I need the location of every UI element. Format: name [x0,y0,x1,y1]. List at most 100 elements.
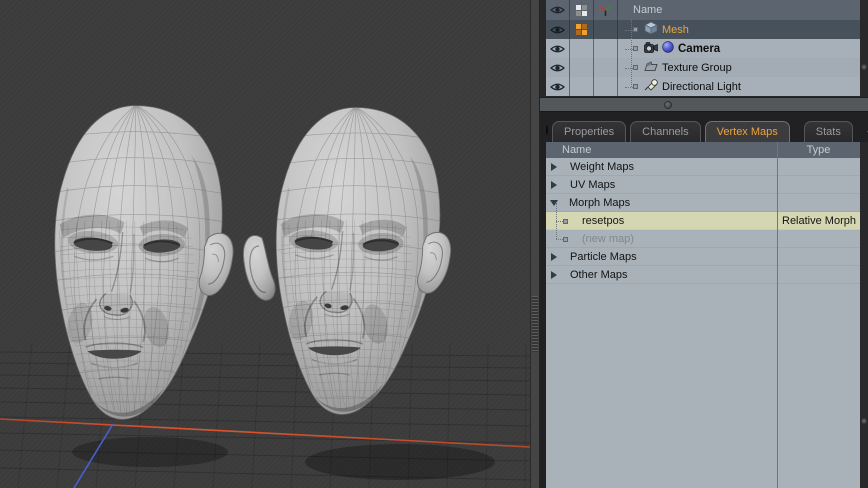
app-window: Name [0,0,868,488]
item-list-header: Name [546,0,860,20]
vmap-row-morph-maps[interactable]: Morph Maps [546,194,860,212]
locator-cell[interactable] [594,77,618,96]
expander-collapsed-icon[interactable] [551,163,557,171]
render-state-icon-active [576,24,587,35]
eye-icon [550,25,565,35]
tree-bullet [633,27,638,32]
tree-connector-stub [556,221,563,222]
name-header-label: Name [633,4,662,16]
tree-bullet [633,46,638,51]
item-list-panel: Name [540,0,868,97]
render-column-header [570,0,594,20]
locator-cell[interactable] [594,39,618,58]
vertex-maps-scrollbar[interactable] [860,142,868,488]
vmap-row-new-map[interactable]: (new map) [546,230,860,248]
tree-connector-line [631,20,633,87]
item-label: Directional Light [662,81,741,93]
item-list-scrollbar[interactable] [860,0,868,97]
tab-channels[interactable]: Channels [630,121,700,142]
texture-group-icon [644,61,658,75]
item-name-cell[interactable]: Mesh [618,20,860,39]
vertex-maps-table-header: Name Type [546,142,860,158]
tab-overflow-widget[interactable] [546,125,548,135]
vmap-row-weight-maps[interactable]: Weight Maps [546,158,860,176]
vmap-row-resetpos[interactable]: resetpos Relative Morph [546,212,860,230]
visibility-toggle[interactable] [546,77,570,96]
right-panel-column: Name [540,0,868,488]
item-label: Mesh [662,24,689,36]
visibility-toggle[interactable] [546,39,570,58]
horizontal-splitter[interactable] [540,97,868,112]
column-header-name: Name [546,144,777,156]
tab-properties[interactable]: Properties [552,121,626,142]
item-row-camera[interactable]: Camera [546,39,860,58]
tree-bullet [633,65,638,70]
head-mesh-left [32,105,240,421]
tab-stats[interactable]: Stats [804,121,853,142]
eye-icon [550,44,565,54]
x-axis-line [0,419,530,447]
column-header-type: Type [777,144,860,156]
render-toggle[interactable] [570,58,594,77]
camera-icon [644,42,658,56]
expander-collapsed-icon[interactable] [551,253,557,261]
item-label: Camera [678,43,720,55]
item-row-mesh[interactable]: Mesh [546,20,860,39]
eye-icon [550,63,565,73]
tree-connector-line [556,221,557,239]
scrollbar-knob[interactable] [861,64,867,70]
tab-vertex-maps[interactable]: Vertex Maps [705,121,790,142]
tab-label: Vertex Maps [717,126,778,138]
locator-cell[interactable] [594,20,618,39]
item-name-cell[interactable]: Directional Light [618,77,860,96]
item-row-texture-group[interactable]: Texture Group [546,58,860,77]
item-label: Texture Group [662,62,732,74]
tree-bullet [563,237,568,242]
vmap-label: Other Maps [570,269,627,281]
head-shadow-right [305,444,495,480]
visibility-toggle[interactable] [546,20,570,39]
expander-collapsed-icon[interactable] [551,181,557,189]
vmap-label: Weight Maps [570,161,634,173]
splitter-knob[interactable] [664,101,672,109]
render-toggle[interactable] [570,39,594,58]
tab-bar: Properties Channels Vertex Maps Stats + [540,117,868,142]
tree-connector-stub [556,239,563,240]
item-name-cell[interactable]: Camera [618,39,860,58]
vmap-row-uv-maps[interactable]: UV Maps [546,176,860,194]
expander-collapsed-icon[interactable] [551,271,557,279]
locator-column-header [594,0,618,20]
vertex-maps-table: Name Type Weight Maps UV Maps Morph Maps [546,142,860,488]
splitter-grip[interactable] [532,296,538,352]
locator-cell[interactable] [594,58,618,77]
mesh-cube-icon [644,21,658,38]
axis-icon [599,4,612,17]
item-row-directional-light[interactable]: Directional Light [546,77,860,96]
tab-label: Channels [642,126,688,138]
vertical-splitter[interactable] [530,0,540,488]
tree-bullet [563,219,568,224]
vmap-label: resetpos [582,215,624,227]
vmap-label: Particle Maps [570,251,637,263]
render-toggle[interactable] [570,20,594,39]
eye-icon [550,82,565,92]
vmap-row-other-maps[interactable]: Other Maps [546,266,860,284]
tree-connector-line [556,203,557,221]
vmap-label: (new map) [582,233,634,245]
directional-light-icon [644,79,658,94]
scrollbar-knob[interactable] [861,418,867,424]
eye-icon [550,5,565,15]
render-toggle[interactable] [570,77,594,96]
properties-tab-panel: Properties Channels Vertex Maps Stats + … [540,112,868,488]
head-right-left-ear [243,235,275,300]
vmap-label: Morph Maps [569,197,630,209]
render-state-icon [576,5,587,16]
vmap-label: UV Maps [570,179,615,191]
name-column-header: Name [618,0,860,20]
vmap-row-particle-maps[interactable]: Particle Maps [546,248,860,266]
column-divider[interactable] [777,142,778,488]
visibility-toggle[interactable] [546,58,570,77]
viewport-3d[interactable] [0,0,530,488]
item-name-cell[interactable]: Texture Group [618,58,860,77]
tree-bullet [633,84,638,89]
